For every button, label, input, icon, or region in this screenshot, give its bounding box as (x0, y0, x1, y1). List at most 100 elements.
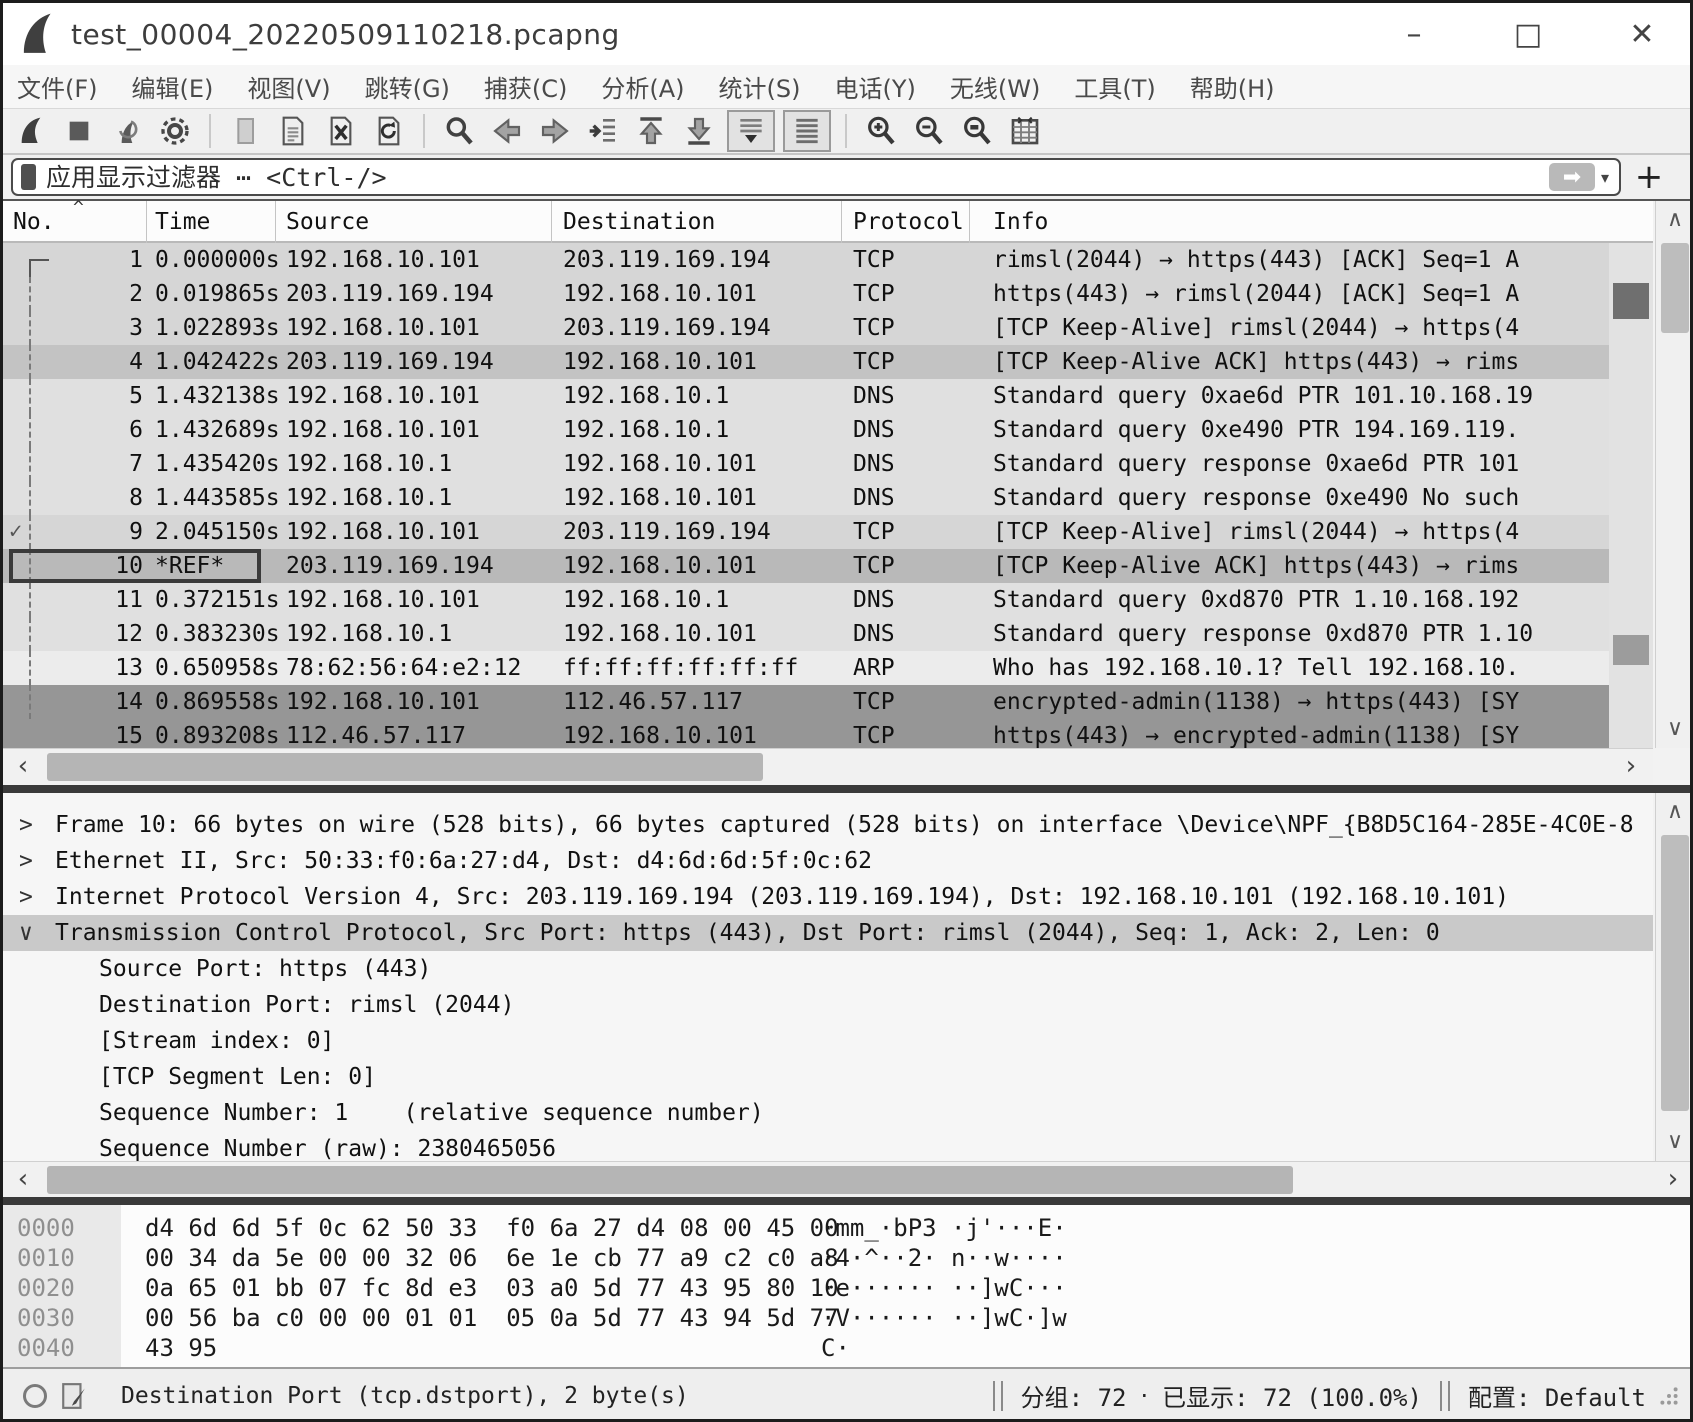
hex-row[interactable]: 003000 56 ba c0 00 00 01 01 05 0a 5d 77 … (3, 1303, 1690, 1333)
hscroll-thumb[interactable] (47, 1166, 1293, 1194)
column-separator[interactable] (841, 201, 842, 243)
resize-columns-icon[interactable] (1005, 112, 1045, 150)
hex-bytes[interactable]: 00 34 da 5e 00 00 32 06 6e 1e cb 77 a9 c… (121, 1243, 821, 1273)
pane-splitter[interactable] (3, 785, 1690, 793)
packet-row[interactable]: 110.372151s192.168.10.101192.168.10.1DNS… (3, 583, 1609, 617)
column-separator[interactable] (275, 201, 276, 243)
restart-capture-icon[interactable] (107, 112, 147, 150)
hex-bytes[interactable]: 43 95 (121, 1333, 821, 1363)
go-back-icon[interactable] (487, 112, 527, 150)
hex-bytes[interactable]: d4 6d 6d 5f 0c 62 50 33 f0 6a 27 d4 08 0… (121, 1213, 821, 1243)
menu-statistics[interactable]: 统计(S) (719, 69, 801, 104)
details-vscrollbar[interactable]: ∧ ∨ (1655, 793, 1693, 1161)
column-header-source[interactable]: Source (286, 209, 369, 235)
column-header-info[interactable]: Info (993, 209, 1048, 235)
detail-line[interactable]: >Ethernet II, Src: 50:33:f0:6a:27:d4, Ds… (3, 843, 1653, 879)
menu-telephony[interactable]: 电话(Y) (835, 69, 916, 104)
column-separator[interactable] (146, 201, 147, 243)
packet-row[interactable]: 120.383230s192.168.10.1192.168.10.101DNS… (3, 617, 1609, 651)
column-header-destination[interactable]: Destination (563, 209, 715, 235)
packet-row[interactable]: 130.650958s78:62:56:64:e2:12ff:ff:ff:ff:… (3, 651, 1609, 685)
hex-ascii[interactable]: ·V······ ··]wC·]w (821, 1303, 1067, 1333)
detail-line[interactable]: [TCP Segment Len: 0] (3, 1059, 1653, 1095)
detail-line[interactable]: [Stream index: 0] (3, 1023, 1653, 1059)
details-hscrollbar[interactable]: ‹ › (3, 1161, 1693, 1197)
packet-row[interactable]: 150.893208s112.46.57.117192.168.10.101TC… (3, 719, 1609, 748)
detail-line[interactable]: >Internet Protocol Version 4, Src: 203.1… (3, 879, 1653, 915)
capture-status-icon[interactable] (23, 1384, 47, 1408)
packet-row[interactable]: 10.000000s192.168.10.101203.119.169.194T… (3, 243, 1609, 277)
hex-row[interactable]: 00200a 65 01 bb 07 fc 8d e3 03 a0 5d 77 … (3, 1273, 1690, 1303)
expander-open-icon[interactable]: ∨ (19, 915, 49, 951)
column-header-time[interactable]: Time (155, 209, 210, 235)
apply-filter-button[interactable]: ➡ (1549, 163, 1595, 191)
column-separator[interactable] (551, 201, 552, 243)
menu-tools[interactable]: 工具(T) (1074, 69, 1155, 104)
packet-list-vscrollbar[interactable]: ∧ ∨ (1655, 201, 1693, 748)
zoom-in-icon[interactable] (861, 112, 901, 150)
packet-row[interactable]: 71.435420s192.168.10.1192.168.10.101DNSS… (3, 447, 1609, 481)
scroll-up-icon[interactable]: ∧ (1656, 793, 1693, 831)
hex-row[interactable]: 004043 95C· (3, 1333, 1690, 1363)
close-button[interactable]: ✕ (1622, 17, 1662, 52)
column-header-protocol[interactable]: Protocol (853, 209, 964, 235)
open-file-icon[interactable] (273, 112, 313, 150)
menu-go[interactable]: 跳转(G) (365, 69, 450, 104)
filter-bookmark-icon[interactable] (21, 164, 36, 190)
minimize-button[interactable]: – (1394, 17, 1434, 52)
expander-closed-icon[interactable]: > (19, 879, 49, 915)
scroll-right-icon[interactable]: › (1613, 749, 1649, 785)
packet-row[interactable]: 61.432689s192.168.10.101192.168.10.1DNSS… (3, 413, 1609, 447)
menu-view[interactable]: 视图(V) (247, 69, 330, 104)
zoom-reset-icon[interactable] (957, 112, 997, 150)
start-capture-icon[interactable] (11, 112, 51, 150)
go-top-icon[interactable] (631, 112, 671, 150)
stop-capture-icon[interactable] (59, 112, 99, 150)
scroll-down-icon[interactable]: ∨ (1656, 710, 1693, 748)
expander-closed-icon[interactable]: > (19, 843, 49, 879)
hex-row[interactable]: 001000 34 da 5e 00 00 32 06 6e 1e cb 77 … (3, 1243, 1690, 1273)
packet-row[interactable]: 140.869558s192.168.10.101112.46.57.117TC… (3, 685, 1609, 719)
packet-list-hscrollbar[interactable]: ‹ › (3, 748, 1653, 784)
hscroll-thumb[interactable] (47, 753, 763, 781)
hex-ascii[interactable]: ·mm_·bP3 ·j'···E· (821, 1213, 1067, 1243)
hex-bytes[interactable]: 0a 65 01 bb 07 fc 8d e3 03 a0 5d 77 43 9… (121, 1273, 821, 1303)
reload-file-icon[interactable] (369, 112, 409, 150)
vscroll-thumb[interactable] (1661, 243, 1689, 333)
add-filter-button[interactable]: + (1631, 157, 1667, 197)
scroll-left-icon[interactable]: ‹ (5, 749, 41, 785)
hex-ascii[interactable]: ·4·^··2· n··w···· (821, 1243, 1067, 1273)
vscroll-thumb[interactable] (1661, 835, 1689, 1111)
colorize-icon[interactable] (783, 110, 831, 152)
save-file-icon[interactable] (225, 112, 265, 150)
hex-ascii[interactable]: C· (821, 1333, 850, 1363)
zoom-out-icon[interactable] (909, 112, 949, 150)
capture-options-icon[interactable] (155, 112, 195, 150)
packet-row[interactable]: 81.443585s192.168.10.1192.168.10.101DNSS… (3, 481, 1609, 515)
find-packet-icon[interactable] (439, 112, 479, 150)
filter-dropdown-caret-icon[interactable]: ▾ (1601, 168, 1609, 187)
go-forward-icon[interactable] (535, 112, 575, 150)
auto-scroll-icon[interactable] (727, 110, 775, 152)
resize-grip-icon[interactable] (1658, 1385, 1680, 1407)
packet-row[interactable]: ✓92.045150s192.168.10.101203.119.169.194… (3, 515, 1609, 549)
hex-row[interactable]: 0000d4 6d 6d 5f 0c 62 50 33 f0 6a 27 d4 … (3, 1213, 1690, 1243)
menu-wireless[interactable]: 无线(W) (950, 69, 1040, 104)
expander-closed-icon[interactable]: > (19, 807, 49, 843)
scroll-up-icon[interactable]: ∧ (1656, 201, 1693, 239)
close-file-icon[interactable] (321, 112, 361, 150)
menu-help[interactable]: 帮助(H) (1190, 69, 1275, 104)
go-bottom-icon[interactable] (679, 112, 719, 150)
detail-line[interactable]: Destination Port: rimsl (2044) (3, 987, 1653, 1023)
pane-splitter[interactable] (3, 1197, 1690, 1205)
packet-row[interactable]: 20.019865s203.119.169.194192.168.10.101T… (3, 277, 1609, 311)
maximize-button[interactable]: □ (1508, 17, 1548, 52)
profile-selector[interactable]: 配置: Default (1468, 1378, 1646, 1413)
menu-analyze[interactable]: 分析(A) (601, 69, 684, 104)
column-separator[interactable] (969, 201, 970, 243)
packet-row[interactable]: 51.432138s192.168.10.101192.168.10.1DNSS… (3, 379, 1609, 413)
column-header-no[interactable]: No. (13, 209, 55, 235)
detail-line[interactable]: ∨Transmission Control Protocol, Src Port… (3, 915, 1653, 951)
go-to-packet-icon[interactable] (583, 112, 623, 150)
menu-file[interactable]: 文件(F) (17, 69, 98, 104)
